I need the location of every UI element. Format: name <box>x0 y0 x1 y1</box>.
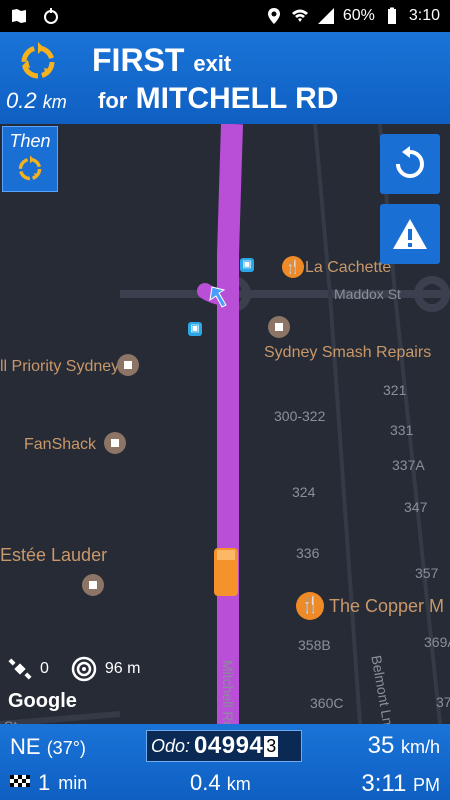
address-number: 37 <box>436 694 450 710</box>
restaurant-icon[interactable]: 🍴 <box>282 256 304 278</box>
remaining-time: 1 min <box>10 770 87 796</box>
warning-icon <box>393 219 427 249</box>
address-number: 321 <box>383 382 407 398</box>
signal-icon <box>317 8 334 24</box>
checkered-flag-icon <box>10 775 30 787</box>
app-screen: 60% 3:10 0.2 km FIRST exit for MITCHELL … <box>0 0 450 800</box>
for-word: for <box>98 88 128 113</box>
odometer-label: Odo: <box>151 735 191 756</box>
report-hazard-button[interactable] <box>380 204 440 264</box>
address-number: 358B <box>298 637 331 653</box>
speed-unit: km/h <box>400 737 440 757</box>
poi-marker-icon[interactable] <box>117 354 139 376</box>
eta-time: 3:11 <box>361 770 407 797</box>
clock: 3:10 <box>408 7 440 24</box>
bus-stop-icon[interactable]: ▣ <box>188 322 202 336</box>
then-label: Then <box>9 131 51 151</box>
roundabout-icon <box>16 40 60 84</box>
battery-percent: 60% <box>342 7 375 24</box>
poi-fanshack[interactable]: FanShack <box>24 436 96 454</box>
maneuver-distance-value: 0.2 <box>6 88 37 113</box>
battery-icon <box>387 7 396 24</box>
restaurant-icon[interactable]: 🍴 <box>296 592 324 620</box>
remaining-distance: 0.4 km <box>190 770 251 796</box>
target-street: MITCHELL RD <box>135 82 339 115</box>
address-number: 357 <box>415 565 439 581</box>
wifi-icon <box>291 9 308 22</box>
address-number: 300-322 <box>274 408 326 424</box>
next-maneuver-panel: Then <box>2 126 58 192</box>
refresh-icon <box>396 146 424 178</box>
odometer[interactable]: Odo: 04994 3 <box>146 730 302 762</box>
eta-readout: 3:11 PM <box>361 770 440 798</box>
speed-value: 35 <box>367 732 395 759</box>
maneuver-distance: 0.2 km <box>6 88 67 114</box>
address-number: 336 <box>296 545 320 561</box>
heading-direction: NE <box>10 734 41 759</box>
roundabout-icon <box>18 155 42 181</box>
address-number: 324 <box>292 484 316 500</box>
poi-the-copper[interactable]: The Copper M <box>329 596 444 617</box>
maneuver-header[interactable]: 0.2 km FIRST exit for MITCHELL RD <box>0 32 450 124</box>
address-number: 337A <box>392 457 425 473</box>
google-attribution: Google <box>8 690 77 712</box>
accuracy-icon <box>71 656 97 682</box>
poi-sydney-smash-repairs[interactable]: Sydney Smash Repairs <box>264 344 431 362</box>
recalculate-button[interactable] <box>380 134 440 194</box>
exit-ordinal: FIRST <box>92 42 185 78</box>
trip-info-bar[interactable]: NE (37°) Odo: 04994 3 35 km/h 1 min 0.4 … <box>0 724 450 800</box>
status-bar: 60% 3:10 <box>0 0 450 32</box>
remaining-time-unit: min <box>58 772 88 793</box>
remaining-time-value: 1 <box>38 770 51 795</box>
address-number: 347 <box>404 499 428 515</box>
poi-priority-sydney[interactable]: ll Priority Sydney <box>0 358 119 376</box>
address-number: 369A <box>424 634 450 650</box>
maneuver-instruction-line2: for MITCHELL RD <box>98 82 338 116</box>
eta-ampm: PM <box>413 775 440 795</box>
gps-status: 0 96 m <box>8 656 140 682</box>
satellite-icon <box>8 658 32 680</box>
bus-stop-icon[interactable]: ▣ <box>240 258 254 272</box>
poi-marker-icon[interactable] <box>104 432 126 454</box>
location-icon <box>267 8 280 24</box>
maneuver-distance-unit: km <box>42 92 67 112</box>
heading-degrees: (37°) <box>46 738 86 758</box>
address-number: 360C <box>310 695 344 711</box>
poi-marker-icon[interactable] <box>82 574 104 596</box>
odometer-value: 04994 <box>194 732 264 759</box>
app-notification-icon <box>44 8 58 24</box>
street-maddox-st: Maddox St <box>334 286 401 302</box>
poi-marker-icon[interactable] <box>268 316 290 338</box>
satellite-count: 0 <box>40 660 49 677</box>
poi-la-cachette[interactable]: La Cachette <box>305 259 391 277</box>
street-mitchell-rd: Mitchell Rd <box>220 660 236 730</box>
odometer-last-digit: 3 <box>264 735 279 757</box>
remaining-distance-value: 0.4 <box>190 770 221 795</box>
gps-accuracy: 96 m <box>104 660 141 677</box>
address-number: 331 <box>390 422 414 438</box>
poi-estee-lauder[interactable]: Estée Lauder <box>0 545 107 566</box>
speed-readout: 35 km/h <box>368 732 440 760</box>
maneuver-instruction-line1: FIRST exit <box>92 42 231 79</box>
heading-readout: NE (37°) <box>10 734 86 760</box>
exit-word: exit <box>193 51 232 76</box>
map-icon <box>12 9 26 23</box>
remaining-distance-unit: km <box>226 774 251 794</box>
